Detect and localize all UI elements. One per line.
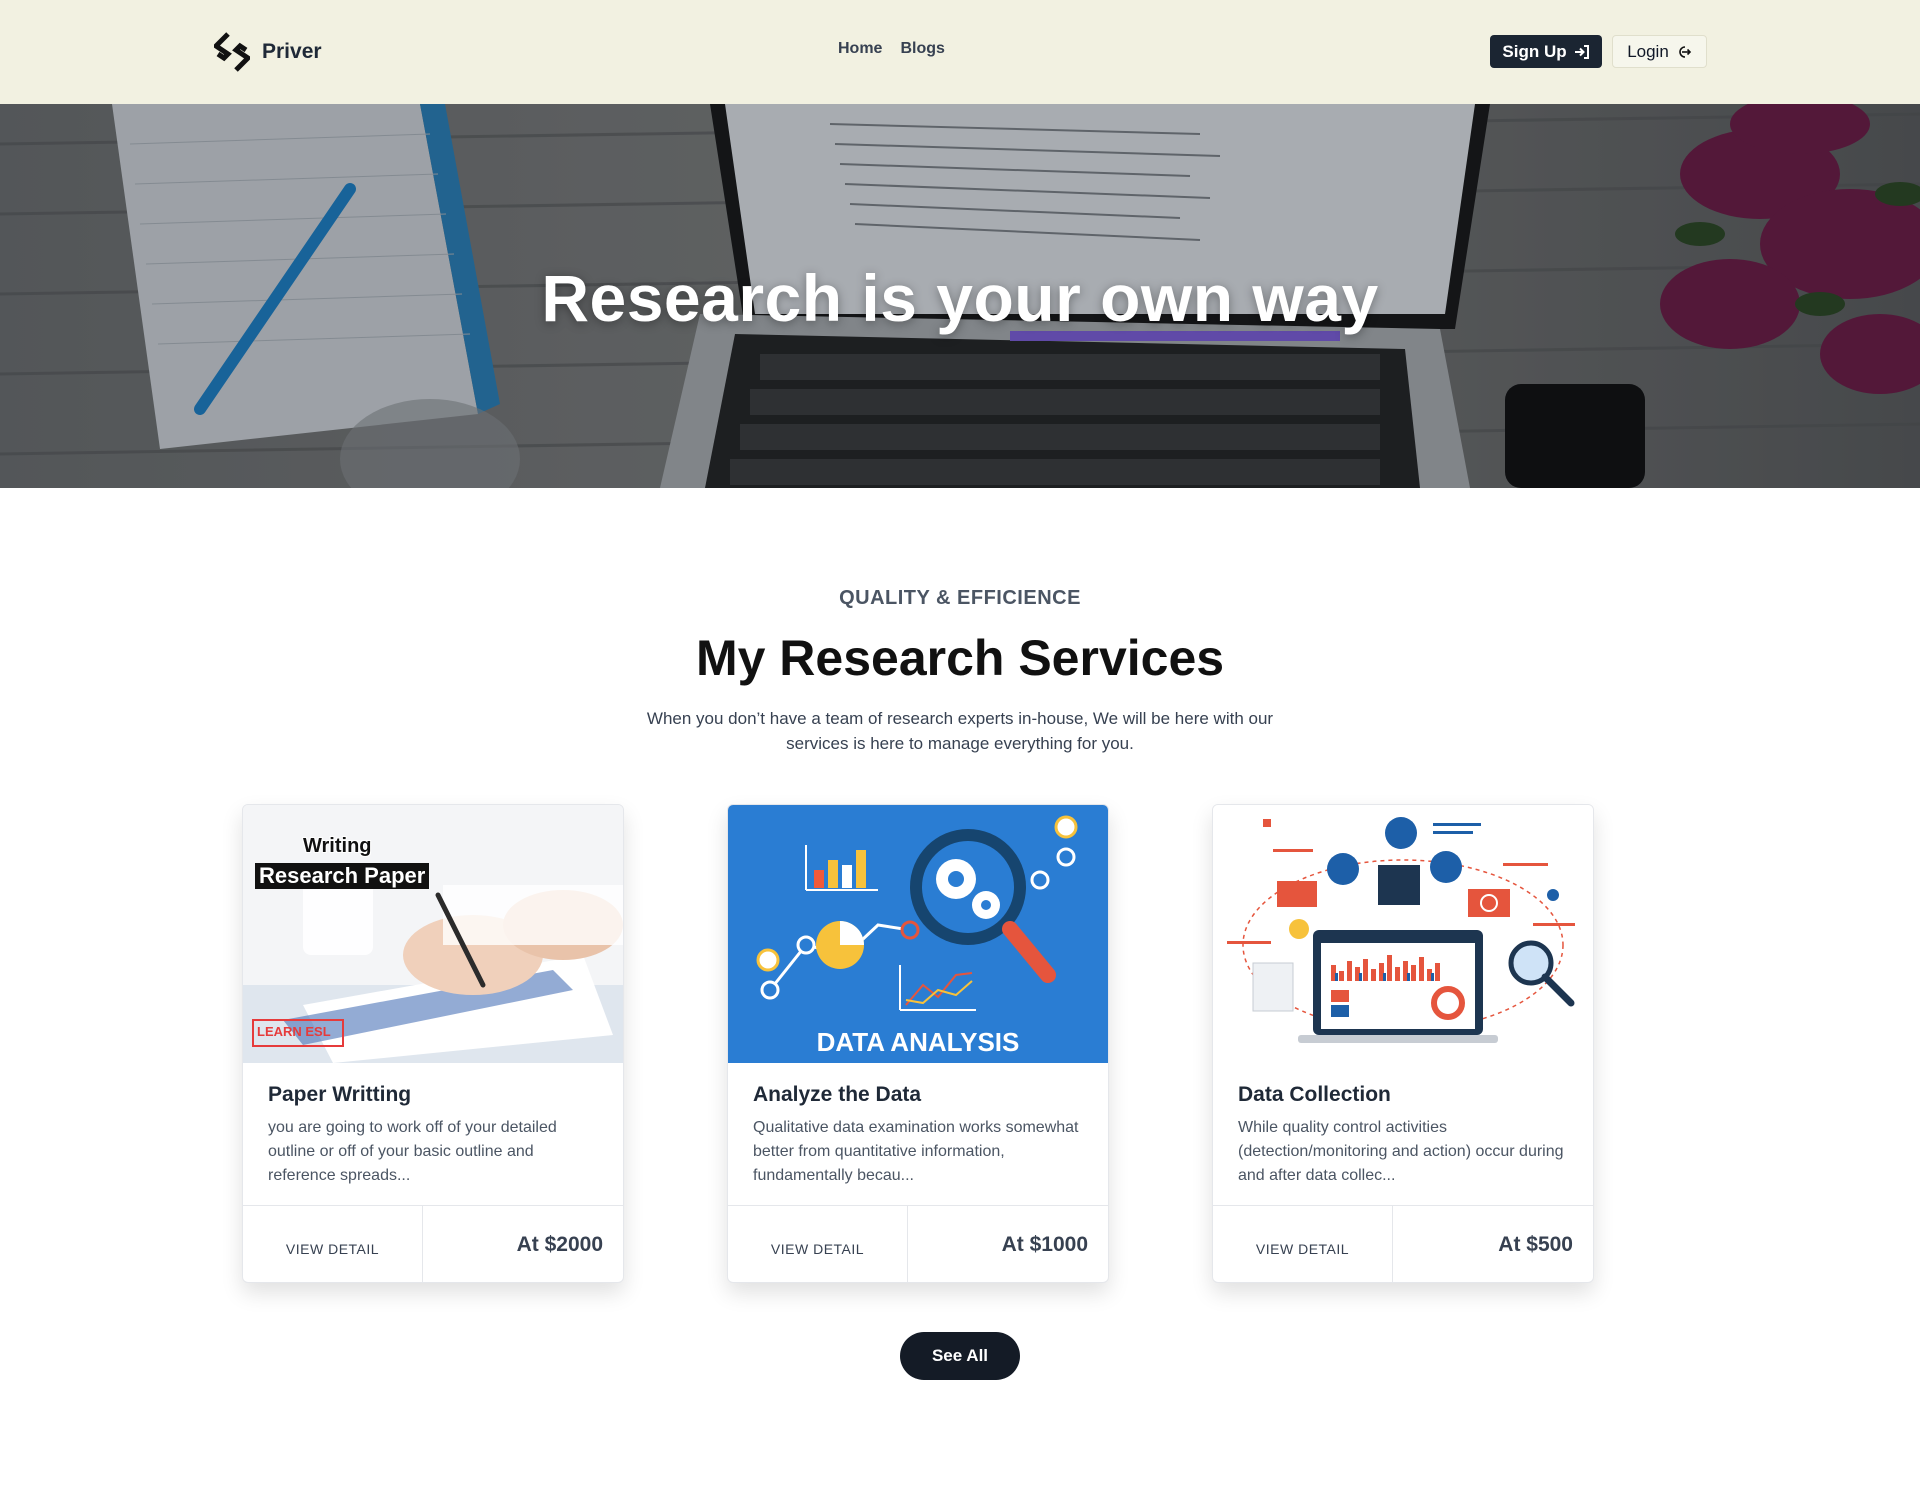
card-image-data-collection — [1213, 805, 1593, 1063]
card-description: Qualitative data examination works somew… — [753, 1119, 1079, 1184]
card-footer: VIEW DETAIL At $500 — [1213, 1205, 1593, 1282]
login-label: Login — [1627, 41, 1669, 61]
nav-link-blogs[interactable]: Blogs — [900, 40, 944, 58]
nav-link-home[interactable]: Home — [838, 40, 882, 58]
card-footer: VIEW DETAIL At $2000 — [243, 1205, 623, 1282]
card-title: Analyze the Data — [753, 1083, 922, 1106]
service-card-paper-writing: Writing Research Paper LEARN ESL Paper W… — [242, 804, 624, 1283]
signup-label: Sign Up — [1502, 41, 1567, 61]
card-footer: VIEW DETAIL At $1000 — [728, 1205, 1108, 1282]
card-price: At $2000 — [516, 1233, 603, 1256]
section-title: My Research Services — [695, 630, 1225, 686]
brand-name: Priver — [262, 40, 322, 63]
service-card-data-collection: Data Collection While quality control ac… — [1212, 804, 1594, 1283]
view-detail-button[interactable]: VIEW DETAIL — [728, 1206, 908, 1282]
card-image-badge: LEARN ESL — [257, 1024, 331, 1039]
view-detail-button[interactable]: VIEW DETAIL — [243, 1206, 423, 1282]
section-eyebrow: QUALITY & EFFICIENCE — [839, 587, 1081, 609]
card-price: At $1000 — [1001, 1233, 1088, 1256]
signup-button[interactable]: Sign Up — [1490, 35, 1602, 68]
card-title: Data Collection — [1238, 1083, 1391, 1106]
hero-banner: Research is your own way — [0, 104, 1920, 488]
card-image-caption-data-analysis: DATA ANALYSIS — [816, 1027, 1020, 1057]
card-image-paper-writing: Writing Research Paper LEARN ESL — [243, 805, 623, 1063]
main-nav: Home Blogs — [838, 40, 945, 58]
brand-logo[interactable]: Priver — [214, 32, 322, 72]
card-description: While quality control activities (detect… — [1238, 1119, 1564, 1184]
brand-logo-icon — [214, 32, 250, 72]
see-all-button[interactable]: See All — [900, 1332, 1020, 1380]
navbar: Priver Home Blogs Sign Up Login — [0, 0, 1920, 104]
login-icon — [1679, 45, 1691, 58]
card-image-data-analysis: DATA ANALYSIS — [728, 805, 1108, 1063]
view-detail-button[interactable]: VIEW DETAIL — [1213, 1206, 1393, 1282]
service-card-analyze-data: DATA ANALYSIS Analyze the Data Qualitati… — [727, 804, 1109, 1283]
hero-title: Research is your own way — [541, 261, 1379, 335]
card-description: you are going to work off of your detail… — [268, 1119, 557, 1184]
login-button[interactable]: Login — [1612, 35, 1707, 68]
card-image-caption-research-paper: Research Paper — [255, 863, 430, 889]
card-image-caption-writing: Writing — [303, 835, 372, 857]
section-description: When you don’t have a team of research e… — [646, 709, 1274, 753]
card-price: At $500 — [1498, 1233, 1573, 1256]
sign-in-icon — [1574, 44, 1589, 59]
card-title: Paper Writting — [268, 1083, 412, 1106]
